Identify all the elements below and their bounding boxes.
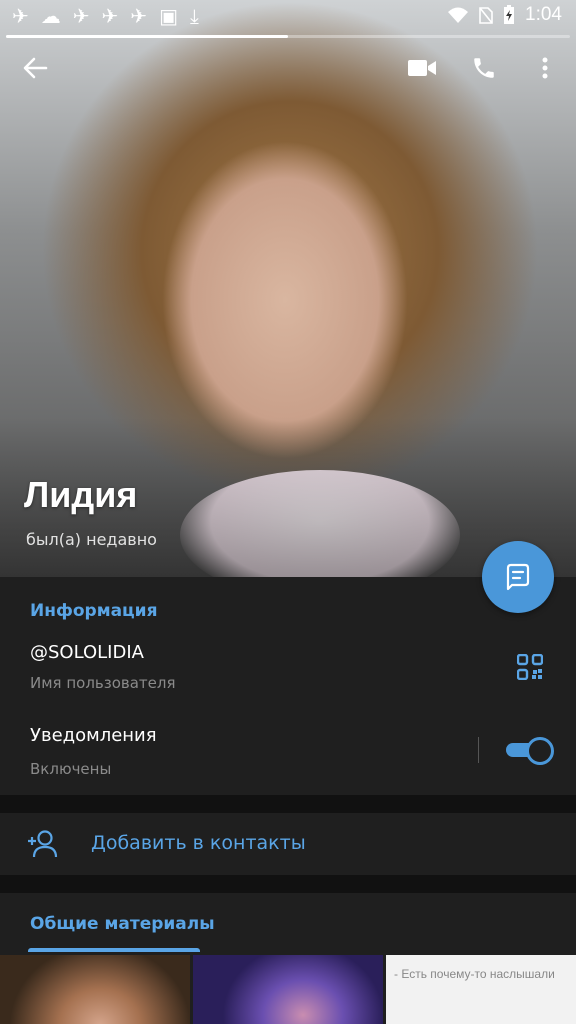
add-user-icon [28, 830, 58, 858]
add-contact-row[interactable]: Добавить в контакты [0, 813, 576, 875]
image-icon: ▣ [159, 4, 178, 28]
clock: 1:04 [525, 4, 562, 25]
notifications-row[interactable]: Уведомления Включены [0, 715, 470, 785]
back-arrow-icon [23, 57, 48, 79]
more-vertical-icon [542, 57, 548, 79]
telegram-icon: ✈ [130, 4, 148, 28]
back-button[interactable] [19, 52, 51, 84]
no-sim-icon [479, 7, 493, 24]
media-thumbnail[interactable] [193, 955, 383, 1024]
battery-charging-icon [504, 5, 515, 24]
system-icons: 1:04 [447, 4, 562, 26]
profile-name: Лидия [24, 474, 138, 515]
last-seen-status: был(а) недавно [26, 530, 157, 549]
media-thumbnail[interactable] [0, 955, 190, 1024]
download-icon: ⤓ [189, 4, 199, 28]
notifications-title: Уведомления [30, 725, 157, 746]
telegram-icon: ✈ [12, 4, 29, 28]
info-section-title: Информация [30, 601, 158, 621]
more-options-button[interactable] [529, 52, 561, 84]
notifications-toggle[interactable] [506, 737, 554, 765]
info-section: Информация @SOLOLIDIA Имя пользователя У… [0, 577, 576, 795]
telegram-icon: ✈ [101, 4, 119, 28]
wifi-icon [448, 7, 469, 23]
video-call-button[interactable] [406, 52, 438, 84]
message-button[interactable] [482, 541, 554, 613]
notification-icons: ✈ ☁ ✈ ✈ ✈ ▣ ⤓ [12, 4, 199, 28]
username-value: @SOLOLIDIA [30, 642, 144, 663]
thumbnail-text: - Есть почему-то наслышали [394, 967, 555, 981]
video-camera-icon [408, 60, 436, 76]
voice-call-button[interactable] [468, 52, 500, 84]
phone-icon [474, 58, 494, 78]
shared-media-section: Общие материалы - Есть почему-то наслыша… [0, 893, 576, 1024]
media-thumbnail[interactable]: - Есть почему-то наслышали [386, 955, 576, 1024]
notifications-status: Включены [30, 760, 112, 778]
vertical-divider [478, 737, 479, 763]
message-icon [506, 563, 530, 591]
qr-code-icon [516, 653, 544, 681]
cloud-icon: ☁ [40, 4, 61, 28]
tab-active-indicator [28, 948, 200, 952]
tab-shared-media[interactable]: Общие материалы [30, 914, 215, 934]
telegram-icon: ✈ [72, 4, 90, 28]
toggle-knob [526, 737, 554, 765]
username-row[interactable]: @SOLOLIDIA Имя пользователя [0, 633, 576, 701]
status-bar: ✈ ☁ ✈ ✈ ✈ ▣ ⤓ 1:04 [0, 0, 576, 32]
qr-code-button[interactable] [516, 653, 544, 681]
story-progress-fill [6, 35, 288, 38]
add-contact-label: Добавить в контакты [91, 832, 306, 854]
username-label: Имя пользователя [30, 674, 176, 692]
